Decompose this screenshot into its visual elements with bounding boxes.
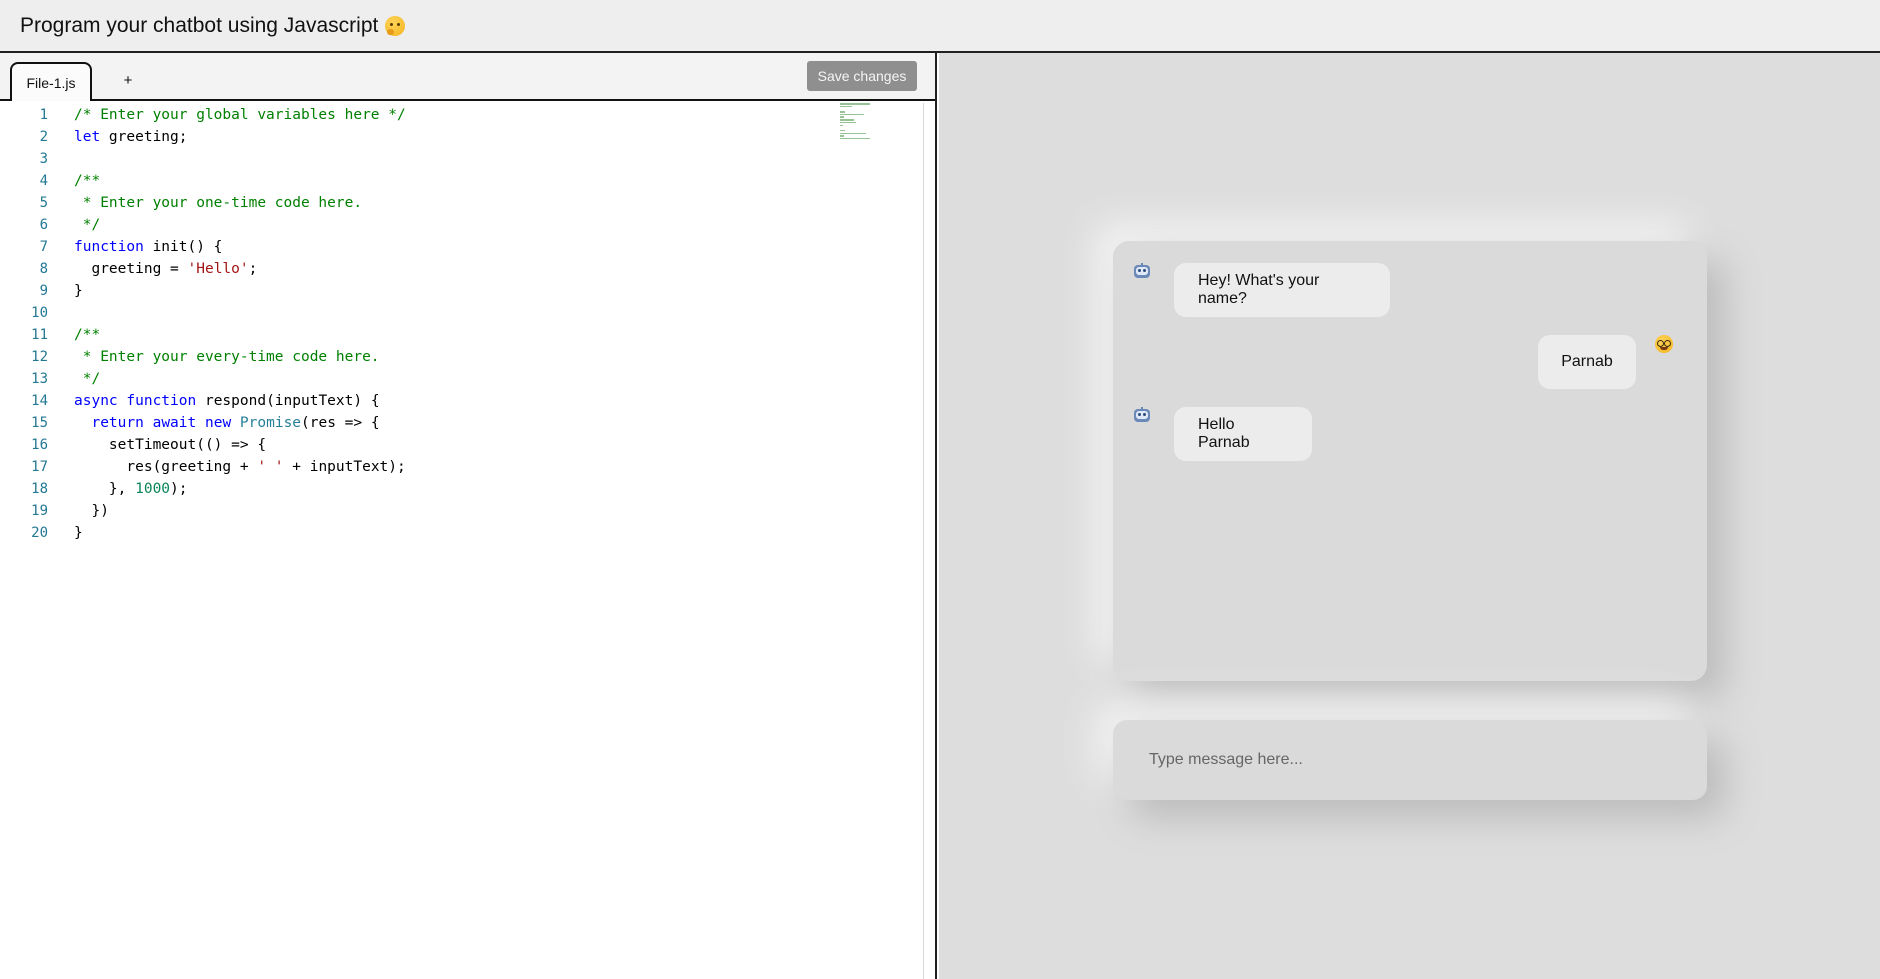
line-number: 3 xyxy=(39,151,48,167)
code-line[interactable]: 5 * Enter your one-time code here. xyxy=(0,192,840,214)
code-line[interactable]: 15 return await new Promise(res => { xyxy=(0,412,840,434)
code-text[interactable]: /** xyxy=(74,170,100,192)
save-changes-button[interactable]: Save changes xyxy=(807,61,917,91)
line-number: 8 xyxy=(39,261,48,277)
nerd-face-icon xyxy=(1655,335,1673,353)
code-text[interactable]: * Enter your every-time code here. xyxy=(74,346,380,368)
code-text[interactable]: }, 1000); xyxy=(74,478,188,500)
code-text[interactable]: */ xyxy=(74,214,100,236)
code-text[interactable]: * Enter your one-time code here. xyxy=(74,192,362,214)
code-line[interactable]: 20} xyxy=(0,522,840,544)
editor-tab-bar: File-1.js + Save changes xyxy=(0,53,935,101)
code-text[interactable]: } xyxy=(74,280,83,302)
code-line[interactable]: 7 function init() { xyxy=(0,236,840,258)
code-line[interactable]: 19 }) xyxy=(0,500,840,522)
code-editor-pane: File-1.js + Save changes 1 /* Enter your … xyxy=(0,53,937,979)
line-number: 18 xyxy=(31,481,48,497)
add-tab-button[interactable]: + xyxy=(118,68,138,92)
code-line[interactable]: 13 */ xyxy=(0,368,840,390)
code-line[interactable]: 17 res(greeting + ' ' + inputText); xyxy=(0,456,840,478)
code-text[interactable]: greeting = 'Hello'; xyxy=(74,258,257,280)
code-text[interactable]: /** xyxy=(74,324,100,346)
code-line[interactable]: 12 * Enter your every-time code here. xyxy=(0,346,840,368)
line-number: 2 xyxy=(39,129,48,145)
code-editor[interactable]: 1/* Enter your global variables here */2… xyxy=(0,103,935,979)
line-number: 10 xyxy=(31,305,48,321)
code-line[interactable]: 6 */ xyxy=(0,214,840,236)
line-number: 7 xyxy=(39,239,48,255)
robot-icon xyxy=(1133,407,1151,423)
code-line[interactable]: 10 xyxy=(0,302,840,324)
line-number: 20 xyxy=(31,525,48,541)
line-number: 19 xyxy=(31,503,48,519)
thinking-face-icon xyxy=(385,15,406,36)
code-line[interactable]: 2 let greeting; xyxy=(0,126,840,148)
line-number: 4 xyxy=(39,173,48,189)
line-number: 1 xyxy=(39,107,48,123)
code-line[interactable]: 16 setTimeout(() => { xyxy=(0,434,840,456)
bot-message: Hey! What's your name? xyxy=(1174,263,1390,317)
code-text[interactable]: async function respond(inputText) { xyxy=(74,390,380,412)
code-line[interactable]: 14 async function respond(inputText) { xyxy=(0,390,840,412)
chat-window: Hey! What's your name? Parnab Hello Parn… xyxy=(1113,241,1707,681)
code-text[interactable]: setTimeout(() => { xyxy=(74,434,266,456)
code-line[interactable]: 11 /** xyxy=(0,324,840,346)
code-text[interactable]: */ xyxy=(74,368,100,390)
code-text[interactable]: }) xyxy=(74,500,108,522)
line-number: 12 xyxy=(31,349,48,365)
code-text[interactable]: } xyxy=(74,522,83,544)
line-number: 13 xyxy=(31,371,48,387)
line-number: 9 xyxy=(39,283,48,299)
message-input[interactable] xyxy=(1113,720,1707,800)
page-title: Program your chatbot using Javascript xyxy=(20,13,406,38)
code-line[interactable]: 3 xyxy=(0,148,840,170)
code-text[interactable]: res(greeting + ' ' + inputText); xyxy=(74,456,405,478)
chat-pane: Hey! What's your name? Parnab Hello Parn… xyxy=(939,53,1880,979)
code-text[interactable]: let greeting; xyxy=(74,126,188,148)
editor-scrollbar[interactable] xyxy=(923,103,924,979)
line-number: 14 xyxy=(31,393,48,409)
code-text[interactable]: return await new Promise(res => { xyxy=(74,412,379,434)
bot-message: Hello Parnab xyxy=(1174,407,1312,461)
line-number: 17 xyxy=(31,459,48,475)
code-line[interactable]: 1 /* Enter your global variables here */ xyxy=(0,104,840,126)
line-number: 6 xyxy=(39,217,48,233)
line-number: 16 xyxy=(31,437,48,453)
code-line[interactable]: 9} xyxy=(0,280,840,302)
user-message: Parnab xyxy=(1538,335,1636,389)
code-line[interactable]: 8 greeting = 'Hello'; xyxy=(0,258,840,280)
robot-icon xyxy=(1133,263,1151,279)
line-number: 15 xyxy=(31,415,48,431)
page-title-text: Program your chatbot using Javascript xyxy=(20,13,379,37)
line-number: 11 xyxy=(31,327,48,343)
code-line[interactable]: 4 /** xyxy=(0,170,840,192)
app-header: Program your chatbot using Javascript xyxy=(0,0,1880,53)
tab-file-1[interactable]: File-1.js xyxy=(10,62,92,101)
code-line[interactable]: 18 }, 1000); xyxy=(0,478,840,500)
line-number: 5 xyxy=(39,195,48,211)
code-text[interactable]: function init() { xyxy=(74,236,222,258)
code-text[interactable]: /* Enter your global variables here */ xyxy=(74,104,406,126)
editor-minimap[interactable] xyxy=(840,103,880,143)
